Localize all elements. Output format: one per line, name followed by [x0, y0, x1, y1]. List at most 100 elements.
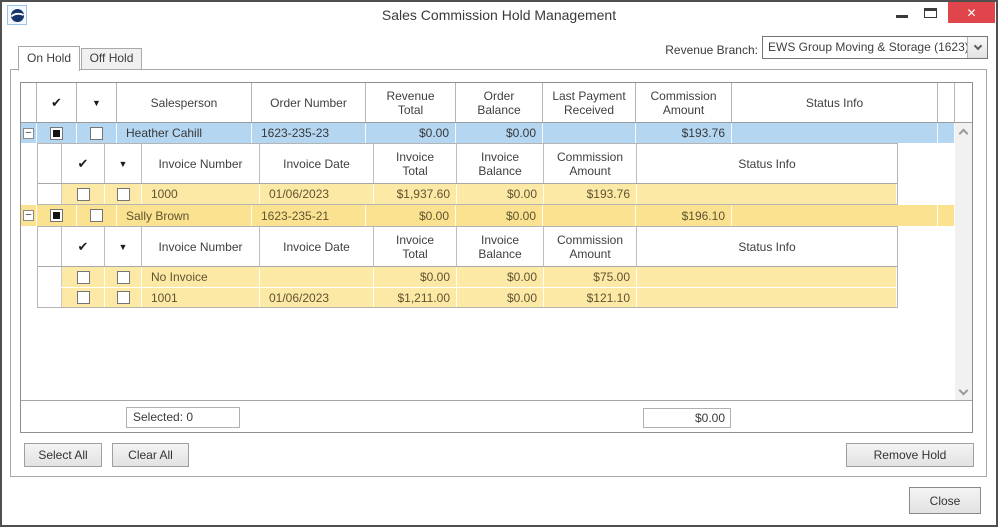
column-header-sub-commission: Commission Amount [544, 144, 637, 183]
last-payment-cell [543, 205, 636, 226]
vertical-scrollbar[interactable] [955, 123, 972, 400]
column-header-invoice-date: Invoice Date [260, 227, 374, 266]
invoice-date-cell [260, 267, 374, 287]
invoice-commission-cell: $193.76 [544, 184, 637, 204]
dropdown-column-header[interactable]: ▼ [77, 83, 117, 122]
invoice-date-cell: 01/06/2023 [260, 288, 374, 307]
select-all-column-header[interactable]: ✔ [37, 83, 77, 122]
revenue-total-cell: $0.00 [366, 123, 456, 143]
invoice-number-cell: 1000 [142, 184, 260, 204]
invoice-status-cell [637, 288, 897, 307]
column-header-order-number: Order Number [252, 83, 366, 122]
close-button[interactable]: Close [909, 487, 981, 514]
column-header-invoice-total: Invoice Total [374, 227, 457, 266]
column-header-order-balance: Order Balance [456, 83, 543, 122]
column-header-invoice-date: Invoice Date [260, 144, 374, 183]
group-flag-checkbox[interactable] [90, 209, 103, 222]
remove-hold-button[interactable]: Remove Hold [846, 443, 974, 467]
table-row-salesperson[interactable]: − Sally Brown 1623-235-21 $0.00 $0.00 $1… [21, 205, 972, 226]
select-all-button[interactable]: Select All [24, 443, 102, 467]
invoice-flag-checkbox[interactable] [116, 187, 130, 201]
group-flag-checkbox[interactable] [90, 126, 103, 140]
sub-dropdown-header[interactable]: ▼ [105, 227, 142, 266]
filter-dropdown-icon: ▼ [118, 158, 128, 169]
column-header-sub-status-info: Status Info [637, 227, 897, 266]
combo-dropdown-button[interactable] [967, 37, 987, 58]
filter-dropdown-icon: ▼ [92, 97, 101, 108]
invoice-number-cell: 1001 [142, 288, 260, 307]
invoice-commission-cell: $75.00 [544, 267, 637, 287]
tab-on-hold[interactable]: On Hold [18, 46, 80, 71]
order-balance-cell: $0.00 [456, 123, 543, 143]
column-header-last-payment: Last Payment Received [543, 83, 636, 122]
invoice-flag-checkbox[interactable] [116, 270, 130, 284]
dialog-window: Sales Commission Hold Management ✕ On Ho… [0, 0, 998, 527]
scrollbar-down-button[interactable] [955, 384, 972, 400]
sub-select-all-header[interactable]: ✔ [62, 144, 105, 183]
collapse-toggle-icon[interactable]: − [23, 210, 34, 221]
column-header-invoice-balance: Invoice Balance [457, 227, 544, 266]
sub-dropdown-header[interactable]: ▼ [105, 144, 142, 183]
table-row-invoice[interactable]: No Invoice $0.00 $0.00 $75.00 [38, 267, 897, 287]
column-header-commission-amount: Commission Amount [636, 83, 732, 122]
chevron-down-icon [973, 41, 982, 51]
scrollbar-up-button[interactable] [955, 123, 972, 139]
invoice-subgrid: ✔ ▼ Invoice Number Invoice Date Invoice … [37, 143, 898, 205]
close-window-button[interactable]: ✕ [948, 2, 995, 23]
column-header-invoice-total: Invoice Total [374, 144, 457, 183]
revenue-branch-label: Revenue Branch: [665, 43, 758, 57]
invoice-balance-cell: $0.00 [457, 288, 544, 307]
maximize-button[interactable] [916, 2, 944, 23]
column-header-invoice-balance: Invoice Balance [457, 144, 544, 183]
invoice-flag-checkbox[interactable] [116, 291, 130, 304]
table-row-salesperson[interactable]: − Heather Cahill 1623-235-23 $0.00 $0.00… [21, 123, 972, 143]
revenue-branch-select[interactable]: EWS Group Moving & Storage (1623) [762, 36, 988, 59]
filter-dropdown-icon: ▼ [118, 241, 128, 252]
grid-header-row: ✔ ▼ Salesperson Order Number Revenue Tot… [21, 83, 972, 123]
minimize-icon [896, 15, 908, 18]
chevron-up-icon [958, 128, 969, 138]
invoice-total-cell: $0.00 [374, 267, 457, 287]
check-icon: ✔ [77, 155, 89, 171]
invoice-status-cell [637, 267, 897, 287]
column-header-invoice-number: Invoice Number [142, 144, 260, 183]
invoice-commission-cell: $121.10 [544, 288, 637, 307]
order-number-cell: 1623-235-23 [252, 123, 366, 143]
invoice-balance-cell: $0.00 [457, 184, 544, 204]
subgrid-header-row: ✔ ▼ Invoice Number Invoice Date Invoice … [38, 227, 897, 267]
order-number-cell: 1623-235-21 [252, 205, 366, 226]
invoice-total-cell: $1,937.60 [374, 184, 457, 204]
table-row-invoice[interactable]: 1000 01/06/2023 $1,937.60 $0.00 $193.76 [38, 184, 897, 204]
invoice-checkbox[interactable] [76, 187, 90, 201]
salesperson-cell: Heather Cahill [117, 123, 252, 143]
selected-count-field[interactable]: Selected: 0 [126, 407, 240, 428]
invoice-status-cell [637, 184, 897, 204]
collapse-toggle-icon[interactable]: − [23, 127, 34, 139]
commission-amount-cell: $196.10 [636, 205, 732, 226]
table-row-invoice[interactable]: 1001 01/06/2023 $1,211.00 $0.00 $121.10 [38, 287, 897, 307]
invoice-checkbox[interactable] [76, 270, 90, 284]
invoice-total-cell: $1,211.00 [374, 288, 457, 307]
minimize-button[interactable] [888, 2, 916, 23]
sub-select-all-header[interactable]: ✔ [62, 227, 105, 266]
invoice-date-cell: 01/06/2023 [260, 184, 374, 204]
tab-off-hold[interactable]: Off Hold [81, 48, 142, 69]
salesperson-cell: Sally Brown [117, 205, 252, 226]
column-header-revenue-total: Revenue Total [366, 83, 456, 122]
column-header-salesperson: Salesperson [117, 83, 252, 122]
clear-all-button[interactable]: Clear All [112, 443, 189, 467]
invoice-number-cell: No Invoice [142, 267, 260, 287]
group-checkbox[interactable] [50, 209, 63, 222]
status-info-cell [732, 205, 938, 226]
check-icon: ✔ [51, 94, 62, 110]
invoice-checkbox[interactable] [76, 291, 90, 304]
revenue-branch-value: EWS Group Moving & Storage (1623) [768, 40, 967, 54]
status-info-cell [732, 123, 938, 143]
order-balance-cell: $0.00 [456, 205, 543, 226]
close-icon: ✕ [966, 5, 977, 20]
last-payment-cell [543, 123, 636, 143]
maximize-icon [923, 7, 937, 18]
window-title: Sales Commission Hold Management [381, 7, 617, 23]
group-checkbox[interactable] [50, 126, 63, 140]
selected-total-field[interactable]: $0.00 [643, 408, 731, 428]
